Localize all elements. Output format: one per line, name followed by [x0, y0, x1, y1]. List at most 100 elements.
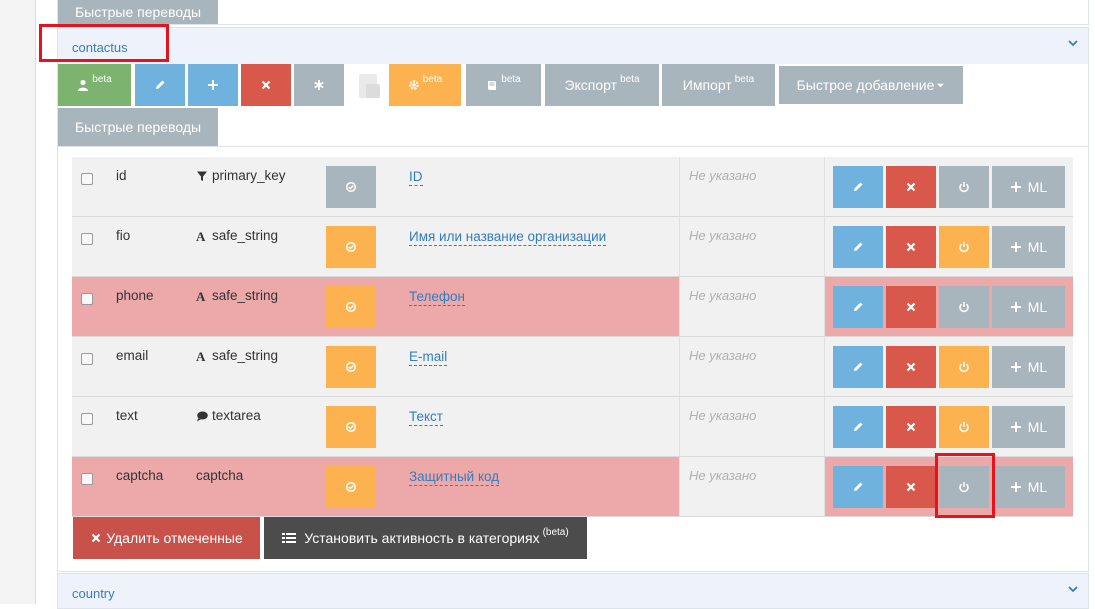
field-type: textarea — [196, 408, 261, 423]
font-icon: A — [196, 230, 206, 242]
left-rail — [0, 0, 36, 604]
toggle-check-button[interactable] — [326, 346, 376, 388]
close-icon — [906, 482, 916, 492]
add-ml-button[interactable]: ML — [992, 286, 1065, 328]
field-label-link[interactable]: Текст — [409, 408, 443, 426]
delete-field-button[interactable] — [886, 346, 936, 388]
row-checkbox[interactable] — [81, 293, 93, 305]
field-label-link[interactable]: Защитный код — [409, 468, 500, 486]
field-name: fio — [116, 228, 131, 243]
chevron-down-icon[interactable] — [1066, 36, 1080, 50]
power-icon — [959, 362, 969, 373]
row-checkbox[interactable] — [81, 233, 93, 245]
row-checkbox[interactable] — [81, 173, 93, 185]
add-ml-button[interactable]: ML — [992, 346, 1065, 388]
field-type: Asafe_string — [196, 288, 278, 303]
svg-text:A: A — [196, 290, 206, 302]
pencil-icon — [854, 242, 863, 251]
check-circle-icon — [345, 301, 357, 313]
delete-section-button[interactable] — [241, 64, 291, 106]
delete-field-button[interactable] — [886, 406, 936, 448]
pencil-icon — [854, 422, 863, 431]
field-type-label: safe_string — [212, 228, 279, 243]
plus-icon — [1010, 422, 1021, 432]
quick-add-dropdown[interactable]: Быстрое добавление — [779, 66, 963, 104]
edit-section-button[interactable] — [135, 64, 185, 106]
beta-badge: beta — [734, 73, 755, 85]
field-label-link[interactable]: Телефон — [409, 288, 466, 306]
section-title: country — [72, 586, 115, 601]
delete-field-button[interactable] — [886, 286, 936, 328]
delete-checked-button[interactable]: Удалить отмеченные — [73, 517, 260, 559]
edit-field-button[interactable] — [833, 286, 883, 328]
asterisk-button[interactable] — [294, 64, 344, 106]
row-checkbox[interactable] — [81, 353, 93, 365]
list-icon — [282, 533, 297, 543]
power-icon — [959, 182, 969, 193]
toggle-active-button[interactable] — [939, 406, 989, 448]
font-icon: A — [196, 290, 206, 302]
row-checkbox[interactable] — [81, 413, 93, 425]
chevron-down-icon[interactable] — [1066, 582, 1080, 596]
row-checkbox[interactable] — [81, 473, 93, 485]
user-icon — [78, 79, 89, 91]
toggle-active-button[interactable] — [939, 226, 989, 268]
edit-field-button[interactable] — [833, 466, 883, 508]
toggle-active-button[interactable] — [939, 166, 989, 208]
delete-field-button[interactable] — [886, 166, 936, 208]
edit-field-button[interactable] — [833, 406, 883, 448]
export-button[interactable]: Экспорт beta — [545, 64, 659, 106]
add-ml-button[interactable]: ML — [992, 466, 1065, 508]
check-circle-icon — [345, 241, 357, 253]
add-ml-button[interactable]: ML — [992, 166, 1065, 208]
not-set-text: Не указано — [689, 168, 757, 183]
add-ml-button[interactable]: ML — [992, 406, 1065, 448]
not-set-text: Не указано — [689, 408, 757, 423]
table-row: id primary_key ID Не указано ML — [72, 157, 1073, 217]
delete-field-button[interactable] — [886, 466, 936, 508]
field-name: phone — [116, 288, 154, 303]
faded-document-icon[interactable] — [356, 72, 382, 102]
not-set-text: Не указано — [689, 468, 757, 483]
field-label-link[interactable]: E-mail — [409, 348, 448, 366]
toggle-check-button[interactable] — [326, 406, 376, 448]
delete-checked-label: Удалить отмеченные — [106, 530, 243, 546]
toggle-active-button[interactable] — [939, 346, 989, 388]
svg-text:A: A — [196, 230, 206, 242]
svg-text:A: A — [196, 350, 206, 362]
check-circle-icon — [345, 481, 357, 493]
edit-field-button[interactable] — [833, 166, 883, 208]
close-icon — [906, 362, 916, 372]
section-header-contactus[interactable]: contactus — [57, 27, 1089, 65]
toggle-check-button[interactable] — [326, 286, 376, 328]
field-label-link[interactable]: Имя или название организации — [409, 228, 607, 246]
check-circle-icon — [345, 181, 357, 193]
field-label-link[interactable]: ID — [409, 168, 423, 186]
comment-icon — [197, 411, 208, 421]
quick-add-label: Быстрое добавление — [796, 77, 935, 93]
settings-button[interactable]: beta — [389, 64, 461, 106]
filter-icon — [197, 171, 207, 181]
field-type-label: primary_key — [212, 168, 286, 183]
add-user-button[interactable]: beta — [58, 64, 131, 106]
close-icon — [906, 182, 916, 192]
plus-icon — [1010, 302, 1021, 312]
check-circle-icon — [345, 421, 357, 433]
toggle-check-button[interactable] — [326, 166, 376, 208]
toggle-active-button[interactable] — [939, 286, 989, 328]
edit-field-button[interactable] — [833, 346, 883, 388]
toggle-check-button[interactable] — [326, 466, 376, 508]
asterisk-icon — [314, 80, 324, 90]
add-ml-button[interactable]: ML — [992, 226, 1065, 268]
import-button[interactable]: Импорт beta — [662, 64, 775, 106]
quick-translations-button-top[interactable]: Быстрые переводы — [58, 0, 218, 24]
edit-field-button[interactable] — [833, 226, 883, 268]
add-field-button[interactable] — [188, 64, 238, 106]
field-name: id — [116, 168, 127, 183]
set-activity-button[interactable]: Установить активность в категориях (beta… — [264, 517, 587, 559]
toggle-check-button[interactable] — [326, 226, 376, 268]
close-icon — [261, 80, 271, 90]
book-button[interactable]: beta — [466, 64, 541, 106]
quick-translations-button[interactable]: Быстрые переводы — [58, 108, 218, 146]
delete-field-button[interactable] — [886, 226, 936, 268]
